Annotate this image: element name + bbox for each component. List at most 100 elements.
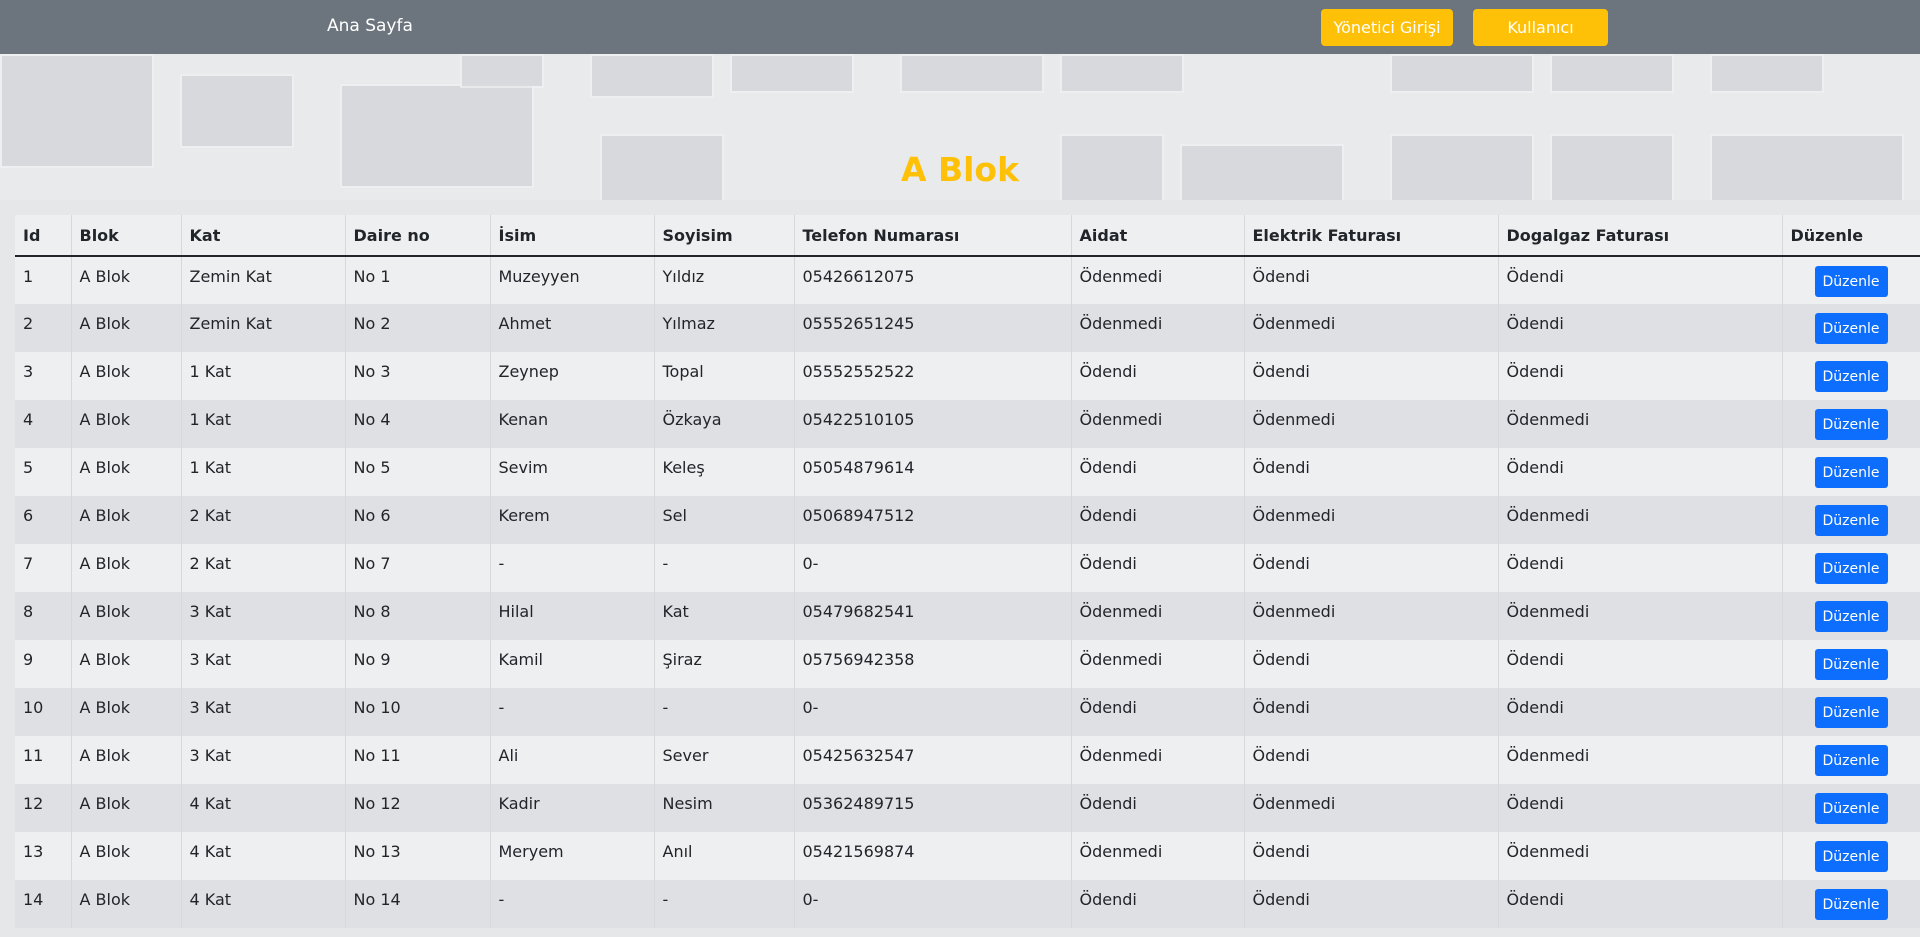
cell-aidat: Ödenmedi <box>1071 736 1245 784</box>
cell-soyisim: Sever <box>654 736 795 784</box>
cell-kat: Zemin Kat <box>181 304 346 352</box>
cell-elektrik: Ödenmedi <box>1244 784 1499 832</box>
admin-login-button[interactable]: Yönetici Girişi <box>1321 9 1453 46</box>
cell-kat: 1 Kat <box>181 400 346 448</box>
cell-duzenle: Düzenle <box>1782 256 1920 304</box>
cell-blok: A Blok <box>71 736 182 784</box>
table-row: 8A Blok 3 Kat No 8 Hilal Kat 05479682541 Ödenm… <box>15 592 1920 640</box>
edit-button[interactable]: Düzenle <box>1814 457 1888 488</box>
cell-isim: - <box>490 688 655 736</box>
cell-soyisim: Yıldız <box>654 256 795 304</box>
cell-aidat: Ödenmedi <box>1071 400 1245 448</box>
building-window-decoration <box>730 54 854 93</box>
cell-kat: 1 Kat <box>181 352 346 400</box>
table-row: 11 A Blok 3 Kat No 11 Ali Sever 05425632547 Öde… <box>15 736 1920 784</box>
edit-button[interactable]: Düzenle <box>1814 553 1888 584</box>
cell-blok: A Blok <box>71 352 182 400</box>
cell-id: 1 <box>15 256 72 304</box>
cell-aidat: Ödendi <box>1071 448 1245 496</box>
building-window-decoration <box>900 54 1044 93</box>
cell-duzenle: Düzenle <box>1782 688 1920 736</box>
edit-button[interactable]: Düzenle <box>1814 793 1888 824</box>
edit-button[interactable]: Düzenle <box>1814 361 1888 392</box>
cell-duzenle: Düzenle <box>1782 880 1920 928</box>
apartment-table: Id Blok Kat Daire no İsim Soyisim Telefo… <box>15 215 1920 928</box>
table-row: 2A Blok Zemin Kat No 2 Ahmet Yılmaz 055526512… <box>15 304 1920 352</box>
edit-button[interactable]: Düzenle <box>1814 409 1888 440</box>
cell-elektrik: Ödendi <box>1244 448 1499 496</box>
cell-soyisim: Sel <box>654 496 795 544</box>
edit-button[interactable]: Düzenle <box>1814 266 1888 297</box>
cell-elektrik: Ödenmedi <box>1244 400 1499 448</box>
cell-daire-no: No 4 <box>345 400 491 448</box>
cell-isim: Kadir <box>490 784 655 832</box>
edit-button[interactable]: Düzenle <box>1814 313 1888 344</box>
cell-duzenle: Düzenle <box>1782 640 1920 688</box>
cell-kat: 4 Kat <box>181 880 346 928</box>
cell-daire-no: No 1 <box>345 256 491 304</box>
cell-duzenle: Düzenle <box>1782 784 1920 832</box>
cell-duzenle: Düzenle <box>1782 400 1920 448</box>
cell-kat: 3 Kat <box>181 592 346 640</box>
header-telefon: Telefon Numarası <box>794 215 1072 257</box>
cell-aidat: Ödendi <box>1071 880 1245 928</box>
cell-kat: 1 Kat <box>181 448 346 496</box>
cell-isim: Zeynep <box>490 352 655 400</box>
table-row: 7A Blok 2 Kat No 7- -0- Ödendi Ödendi Ödendi Dü… <box>15 544 1920 592</box>
cell-soyisim: Özkaya <box>654 400 795 448</box>
cell-elektrik: Ödendi <box>1244 352 1499 400</box>
table-row: 5A Blok 1 Kat No 5 Sevim Keleş 05054879614 Öde… <box>15 448 1920 496</box>
cell-telefon: 05422510105 <box>794 400 1072 448</box>
cell-id: 8 <box>15 592 72 640</box>
cell-telefon: 0- <box>794 544 1072 592</box>
cell-telefon: 05552552522 <box>794 352 1072 400</box>
table-row: 4A Blok 1 Kat No 4 Kenan Özkaya 05422510105 Öd… <box>15 400 1920 448</box>
edit-button[interactable]: Düzenle <box>1814 697 1888 728</box>
building-window-decoration <box>180 74 294 148</box>
cell-daire-no: No 6 <box>345 496 491 544</box>
cell-aidat: Ödenmedi <box>1071 592 1245 640</box>
edit-button[interactable]: Düzenle <box>1814 601 1888 632</box>
cell-id: 4 <box>15 400 72 448</box>
cell-aidat: Ödenmedi <box>1071 256 1245 304</box>
cell-dogalgaz: Ödenmedi <box>1498 832 1783 880</box>
page-title: A Blok <box>900 150 1020 189</box>
cell-soyisim: Yılmaz <box>654 304 795 352</box>
cell-id: 13 <box>15 832 72 880</box>
cell-daire-no: No 10 <box>345 688 491 736</box>
cell-kat: 3 Kat <box>181 736 346 784</box>
cell-daire-no: No 2 <box>345 304 491 352</box>
cell-blok: A Blok <box>71 640 182 688</box>
cell-soyisim: Nesim <box>654 784 795 832</box>
cell-elektrik: Ödendi <box>1244 880 1499 928</box>
edit-button[interactable]: Düzenle <box>1814 841 1888 872</box>
header-soyisim: Soyisim <box>654 215 795 257</box>
cell-duzenle: Düzenle <box>1782 544 1920 592</box>
cell-dogalgaz: Ödenmedi <box>1498 496 1783 544</box>
cell-kat: 4 Kat <box>181 832 346 880</box>
home-link[interactable]: Ana Sayfa <box>327 15 413 37</box>
header-duzenle: Düzenle <box>1782 215 1920 257</box>
edit-button[interactable]: Düzenle <box>1814 889 1888 920</box>
cell-aidat: Ödenmedi <box>1071 304 1245 352</box>
edit-button[interactable]: Düzenle <box>1814 649 1888 680</box>
cell-blok: A Blok <box>71 448 182 496</box>
cell-dogalgaz: Ödendi <box>1498 256 1783 304</box>
cell-telefon: 05756942358 <box>794 640 1072 688</box>
cell-isim: Kamil <box>490 640 655 688</box>
cell-aidat: Ödendi <box>1071 688 1245 736</box>
user-login-button[interactable]: Kullanıcı Girişi <box>1473 9 1608 74</box>
cell-dogalgaz: Ödendi <box>1498 640 1783 688</box>
cell-isim: Kenan <box>490 400 655 448</box>
cell-aidat: Ödendi <box>1071 784 1245 832</box>
cell-daire-no: No 7 <box>345 544 491 592</box>
table-row: 6A Blok 2 Kat No 6 Kerem Sel 05068947512 Ödend… <box>15 496 1920 544</box>
cell-telefon: 05362489715 <box>794 784 1072 832</box>
edit-button[interactable]: Düzenle <box>1814 745 1888 776</box>
cell-isim: Sevim <box>490 448 655 496</box>
cell-dogalgaz: Ödendi <box>1498 352 1783 400</box>
edit-button[interactable]: Düzenle <box>1814 505 1888 536</box>
table-row: 14 A Blok 4 Kat No 14- -0- Ödendi Ödendi Ödendi… <box>15 880 1920 928</box>
hero-banner: A Blok <box>0 54 1920 200</box>
cell-id: 7 <box>15 544 72 592</box>
